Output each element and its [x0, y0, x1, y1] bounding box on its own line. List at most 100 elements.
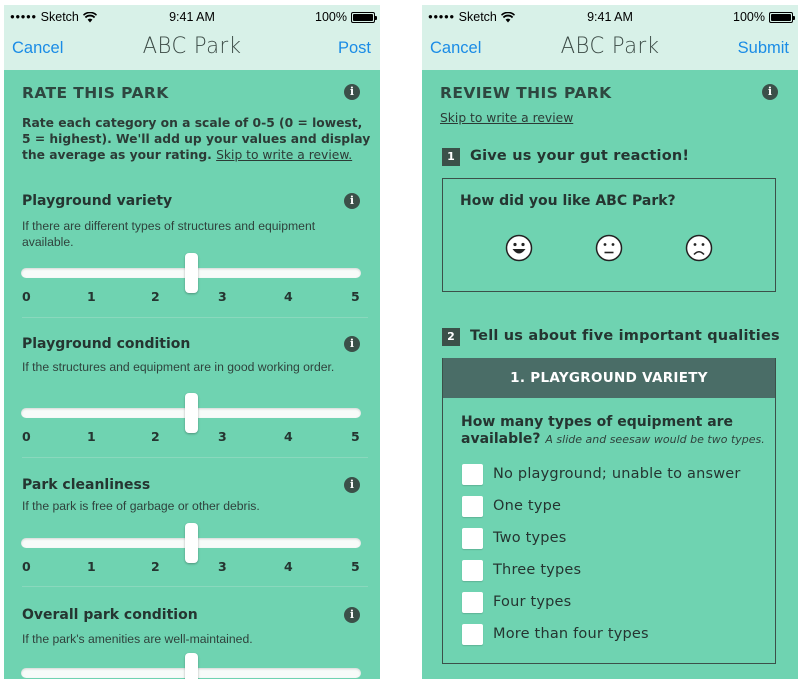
- checkbox[interactable]: [462, 495, 483, 517]
- option-row[interactable]: More than four types: [462, 623, 649, 645]
- category-description: If the park is free of garbage or other …: [22, 499, 260, 513]
- option-row[interactable]: Four types: [462, 591, 571, 613]
- tick-label: 4: [284, 559, 293, 574]
- tick-label: 0: [22, 429, 31, 444]
- option-label: More than four types: [493, 626, 649, 642]
- intro-text: Rate each category on a scale of 0-5 (0 …: [22, 115, 372, 163]
- slider-thumb[interactable]: [184, 393, 198, 433]
- gut-question: How did you like ABC Park?: [460, 193, 676, 209]
- slider-tick-labels: 0 1 2 3 4 5: [21, 429, 361, 445]
- option-label: Three types: [493, 562, 582, 578]
- skip-to-review-link[interactable]: Skip to write a review: [440, 111, 573, 125]
- category-title: Park cleanliness: [22, 477, 151, 493]
- checkbox[interactable]: [462, 591, 483, 613]
- info-icon[interactable]: i: [344, 336, 360, 352]
- tick-label: 1: [87, 559, 96, 574]
- info-icon[interactable]: i: [762, 84, 778, 100]
- sad-face-icon[interactable]: [685, 234, 713, 262]
- tick-label: 1: [87, 429, 96, 444]
- option-row[interactable]: Two types: [462, 527, 567, 549]
- tick-label: 3: [218, 289, 227, 304]
- rating-slider-track[interactable]: [21, 253, 361, 293]
- gut-reaction-card: How did you like ABC Park?: [442, 178, 776, 292]
- nav-bar: Cancel ABC Park Submit: [422, 27, 798, 70]
- battery-status: 100%: [733, 10, 795, 24]
- tick-label: 5: [351, 289, 360, 304]
- tick-label: 5: [351, 429, 360, 444]
- battery-icon: [351, 11, 377, 23]
- category-title: Overall park condition: [22, 607, 198, 623]
- option-label: Two types: [493, 530, 567, 546]
- quality-question: How many types of equipment are availabl…: [461, 414, 766, 448]
- quality-card: 1. PLAYGROUND VARIETY How many types of …: [442, 358, 776, 664]
- step-title: Tell us about five important qualities: [470, 328, 780, 344]
- info-icon[interactable]: i: [344, 607, 360, 623]
- option-row[interactable]: Three types: [462, 559, 581, 581]
- step-title: Give us your gut reaction!: [470, 148, 690, 164]
- divider: [22, 317, 368, 318]
- checkbox[interactable]: [462, 559, 483, 581]
- tick-label: 4: [284, 429, 293, 444]
- review-screen: ●●●●● Sketch 9:41 AM 100% Cancel ABC Par…: [422, 5, 798, 679]
- category-title: Playground condition: [22, 336, 191, 352]
- quality-header: 1. PLAYGROUND VARIETY: [443, 358, 775, 398]
- battery-percent: 100%: [315, 10, 347, 24]
- checkbox[interactable]: [462, 623, 483, 645]
- tick-label: 0: [22, 289, 31, 304]
- section-title: REVIEW THIS PARK: [440, 84, 612, 102]
- divider: [22, 586, 368, 587]
- status-bar: ●●●●● Sketch 9:41 AM 100%: [4, 5, 380, 27]
- divider: [22, 457, 368, 458]
- slider-tick-labels: 0 1 2 3 4 5: [21, 559, 361, 575]
- rate-screen: ●●●●● Sketch 9:41 AM 100% Cancel ABC Par…: [4, 5, 380, 679]
- battery-status: 100%: [315, 10, 377, 24]
- tick-label: 1: [87, 289, 96, 304]
- nav-bar: Cancel ABC Park Post: [4, 27, 380, 70]
- option-row[interactable]: No playground; unable to answer: [462, 463, 741, 485]
- tick-label: 5: [351, 559, 360, 574]
- skip-to-review-link[interactable]: Skip to write a review.: [216, 148, 352, 162]
- review-content: REVIEW THIS PARK i Skip to write a revie…: [422, 70, 798, 679]
- happy-face-icon[interactable]: [505, 234, 533, 262]
- slider-tick-labels: 0 1 2 3 4 5: [21, 289, 361, 305]
- submit-button[interactable]: Submit: [738, 39, 789, 58]
- info-icon[interactable]: i: [344, 84, 360, 100]
- checkbox[interactable]: [462, 527, 483, 549]
- category-title: Playground variety: [22, 193, 173, 209]
- step-number: 2: [442, 328, 460, 346]
- status-bar: ●●●●● Sketch 9:41 AM 100%: [422, 5, 798, 27]
- tick-label: 4: [284, 289, 293, 304]
- option-label: Four types: [493, 594, 572, 610]
- rating-slider-track[interactable]: [21, 523, 361, 563]
- section-title: RATE THIS PARK: [22, 84, 169, 102]
- info-icon[interactable]: i: [344, 477, 360, 493]
- checkbox[interactable]: [462, 463, 483, 485]
- category-description: If there are different types of structur…: [22, 219, 316, 249]
- category-description: If the structures and equipment are in g…: [22, 360, 335, 374]
- option-row[interactable]: One type: [462, 495, 561, 517]
- slider-thumb[interactable]: [184, 523, 198, 563]
- tick-label: 2: [151, 429, 160, 444]
- tick-label: 3: [218, 429, 227, 444]
- post-button[interactable]: Post: [338, 39, 371, 58]
- question-hint: A slide and seesaw would be two types.: [545, 433, 765, 446]
- tick-label: 2: [151, 289, 160, 304]
- rating-slider-track[interactable]: [21, 393, 361, 433]
- step-number: 1: [442, 148, 460, 166]
- option-label: One type: [493, 498, 562, 514]
- slider-thumb[interactable]: [184, 653, 198, 679]
- rating-slider-track[interactable]: [21, 653, 361, 679]
- neutral-face-icon[interactable]: [595, 234, 623, 262]
- info-icon[interactable]: i: [344, 193, 360, 209]
- nav-title: ABC Park: [142, 34, 242, 59]
- category-description: If the park's amenities are well-maintai…: [22, 632, 253, 646]
- nav-title: ABC Park: [560, 34, 660, 59]
- rate-content: RATE THIS PARK i Rate each category on a…: [4, 70, 380, 679]
- battery-icon: [769, 11, 795, 23]
- tick-label: 0: [22, 559, 31, 574]
- option-label: No playground; unable to answer: [493, 466, 741, 482]
- slider-thumb[interactable]: [184, 253, 198, 293]
- battery-percent: 100%: [733, 10, 765, 24]
- tick-label: 3: [218, 559, 227, 574]
- tick-label: 2: [151, 559, 160, 574]
